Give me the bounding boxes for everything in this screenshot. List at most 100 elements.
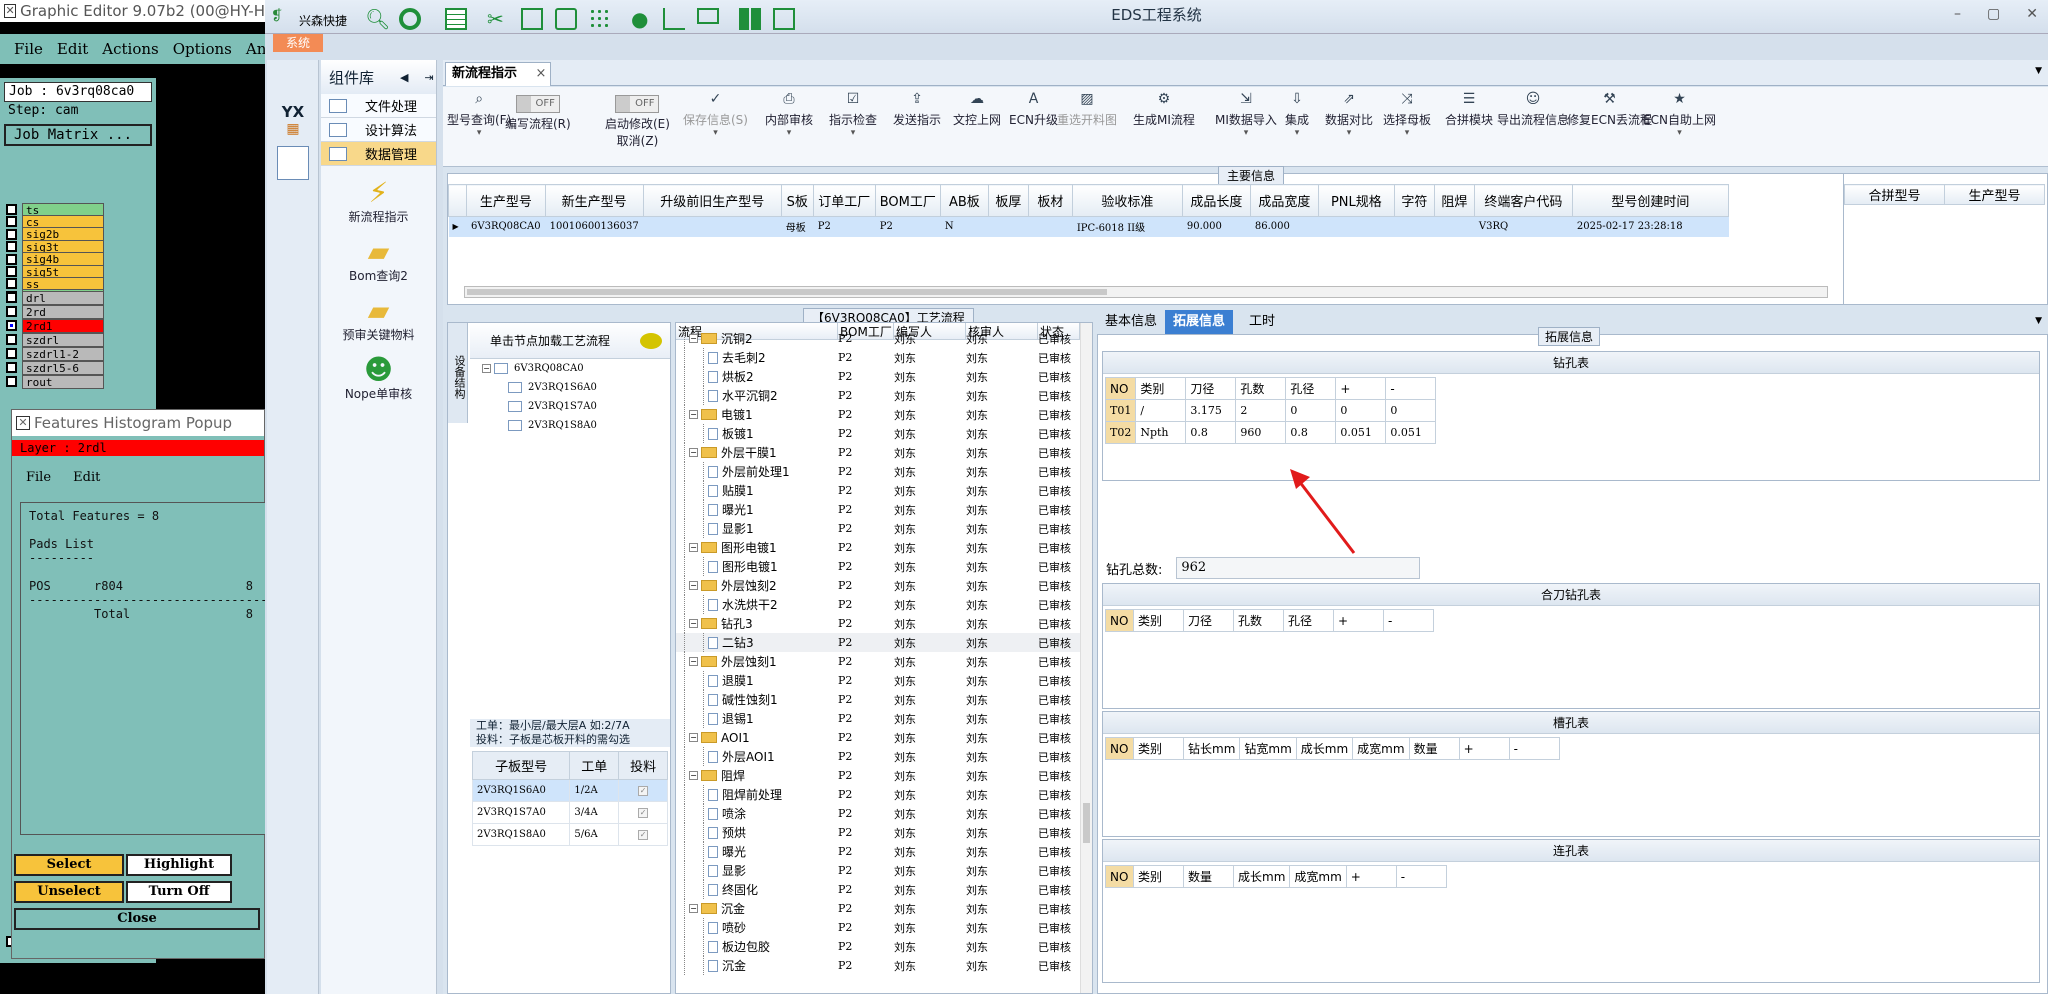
tab-work-hours[interactable]: 工时 — [1241, 310, 1283, 334]
drill-cell[interactable]: 0.8 — [1185, 421, 1237, 444]
drill-cell[interactable]: 0 — [1285, 399, 1337, 422]
system-tab[interactable]: 系统 — [273, 34, 323, 52]
layer-checkbox[interactable] — [6, 362, 17, 373]
process-row[interactable]: − 沉铜2 P2 刘东 刘东 已审核 — [676, 329, 1080, 348]
main-cell[interactable] — [988, 216, 1029, 237]
process-row[interactable]: − 钻孔3 P2 刘东 刘东 已审核 — [676, 614, 1080, 633]
toolbar-button-18[interactable]: ★ ECN自助上网 ▾ — [1643, 91, 1716, 138]
menu-actions[interactable]: Actions — [102, 40, 158, 58]
main-cell[interactable] — [1318, 216, 1395, 237]
layer-checkbox[interactable] — [6, 266, 17, 277]
layer-row[interactable]: 2rd — [6, 304, 104, 319]
process-row[interactable]: 沉金 P2 刘东 刘东 已审核 — [676, 956, 1080, 975]
drill-cell[interactable]: 0 — [1385, 399, 1437, 422]
work-order-cell[interactable]: 3/4A — [569, 801, 620, 824]
close-icon[interactable]: ✕ — [2026, 6, 2038, 22]
yx-module-icon[interactable]: YX ▦ — [277, 104, 309, 138]
collapse-icon[interactable]: − — [689, 733, 698, 742]
tab-close-icon[interactable]: × — [536, 66, 547, 81]
close-button[interactable]: Close — [14, 908, 260, 930]
tab-new-process[interactable]: 新流程指示 × — [445, 62, 551, 86]
toolbar-button-0[interactable]: ⌕ 型号查询(F) ▾ — [447, 91, 511, 138]
drill-cell[interactable]: 3.175 — [1185, 399, 1237, 422]
process-row[interactable]: 烘板2 P2 刘东 刘东 已审核 — [676, 367, 1080, 386]
process-row[interactable]: 显影 P2 刘东 刘东 已审核 — [676, 861, 1080, 880]
process-row[interactable]: 水平沉铜2 P2 刘东 刘东 已审核 — [676, 386, 1080, 405]
process-vertical-scrollbar[interactable] — [1080, 323, 1092, 993]
menu-edit[interactable]: Edit — [57, 40, 88, 58]
highlight-button[interactable]: Highlight — [126, 854, 232, 876]
layer-row[interactable]: szdrl — [6, 332, 104, 347]
main-cell[interactable]: IPC-6018 II级 — [1072, 216, 1183, 237]
process-row[interactable]: 外层AOI1 P2 刘东 刘东 已审核 — [676, 747, 1080, 766]
layer-checkbox[interactable] — [6, 228, 17, 240]
toolbar-button-13[interactable]: ⇗ 数据对比 ▾ — [1325, 91, 1373, 138]
tab-extended-info[interactable]: 拓展信息 — [1165, 310, 1234, 334]
tool-precheck-material[interactable]: ▰ 预审关键物料 — [321, 296, 436, 343]
table-row[interactable]: 2V3RQ1S7A0 3/4A ✓ — [471, 801, 668, 824]
popup-menu-edit[interactable]: Edit — [73, 470, 100, 485]
toggle-switch[interactable]: OFF — [615, 95, 660, 113]
dropdown-arrow-icon[interactable]: ▾ — [1215, 128, 1277, 138]
popup-titlebar[interactable]: ✕ Features Histogram Popup — [12, 410, 264, 436]
sidebar-item-file-processing[interactable]: 文件处理 — [321, 94, 436, 118]
dropdown-arrow-icon[interactable]: ▾ — [829, 128, 877, 138]
layer-checkbox[interactable] — [6, 216, 17, 228]
dropdown-arrow-icon[interactable]: ▾ — [1285, 128, 1309, 138]
layer-checkbox[interactable] — [6, 253, 17, 265]
collapse-icon[interactable]: − — [689, 904, 698, 913]
tool-new-process[interactable]: ⚡ 新流程指示 — [321, 178, 436, 225]
drill-cell[interactable]: 2 — [1235, 399, 1287, 422]
dropdown-arrow-icon[interactable]: ▾ — [1643, 128, 1716, 138]
process-row[interactable]: − 沉金 P2 刘东 刘东 已审核 — [676, 899, 1080, 918]
dropdown-arrow-icon[interactable]: ▾ — [683, 128, 748, 138]
layer-checkbox[interactable] — [6, 334, 17, 345]
main-cell[interactable] — [1028, 216, 1073, 237]
menu-options[interactable]: Options — [173, 40, 232, 58]
process-row[interactable]: 退膜1 P2 刘东 刘东 已审核 — [676, 671, 1080, 690]
toolbar-button-14[interactable]: ⤨ 选择母板 ▾ — [1383, 91, 1431, 138]
collapse-icon[interactable]: − — [689, 619, 698, 628]
table-row[interactable]: T02 Npth 0.8 960 0.8 0.051 0.051 — [1104, 421, 1437, 444]
table-row[interactable]: 2V3RQ1S6A0 1/2A ✓ — [471, 779, 668, 802]
dropdown-arrow-icon[interactable]: ▾ — [447, 128, 511, 138]
collapse-icon[interactable]: − — [689, 771, 698, 780]
layer-checkbox[interactable] — [6, 241, 17, 253]
layer-checkbox[interactable] — [6, 376, 17, 387]
drill-cell[interactable]: 0.051 — [1385, 421, 1437, 444]
toolbar-button-15[interactable]: ☰ 合拼模块 — [1445, 91, 1493, 128]
calc-module-icon[interactable] — [277, 146, 309, 180]
process-row[interactable]: 去毛刺2 P2 刘东 刘东 已审核 — [676, 348, 1080, 367]
process-row[interactable]: 外层前处理1 P2 刘东 刘东 已审核 — [676, 462, 1080, 481]
process-row[interactable]: − 外层干膜1 P2 刘东 刘东 已审核 — [676, 443, 1080, 462]
sidebar-item-design-algorithm[interactable]: 设计算法 — [321, 118, 436, 142]
main-cell[interactable]: 90.000 — [1182, 216, 1251, 237]
process-row[interactable]: − 电镀1 P2 刘东 刘东 已审核 — [676, 405, 1080, 424]
feed-checkbox[interactable]: ✓ — [638, 808, 649, 818]
dropdown-arrow-icon[interactable]: ▾ — [1325, 128, 1373, 138]
unselect-button[interactable]: Unselect — [14, 881, 124, 903]
table-row[interactable]: 2V3RQ1S8A0 5/6A ✓ — [471, 823, 668, 846]
popup-menu-file[interactable]: File — [26, 470, 51, 485]
process-row[interactable]: 终固化 P2 刘东 刘东 已审核 — [676, 880, 1080, 899]
process-row[interactable]: 曝光1 P2 刘东 刘东 已审核 — [676, 500, 1080, 519]
process-row[interactable]: − 外层蚀刻1 P2 刘东 刘东 已审核 — [676, 652, 1080, 671]
layer-row[interactable]: rout — [6, 374, 104, 389]
drill-cell[interactable]: 0 — [1335, 399, 1387, 422]
table-row[interactable]: ▶ 6V3RQ08CA0 10010600136037 母板 P2 P2 N IPC-6018… — [448, 216, 1729, 237]
process-row[interactable]: 板镀1 P2 刘东 刘东 已审核 — [676, 424, 1080, 443]
toolbar-button-6[interactable]: ⇪ 发送指示 — [893, 91, 941, 128]
graphic-editor-titlebar[interactable]: ✕ Graphic Editor 9.07b2 (00@HY-H — [0, 0, 265, 22]
process-row[interactable]: 预烘 P2 刘东 刘东 已审核 — [676, 823, 1080, 842]
layer-row[interactable]: 2rd1 — [6, 318, 104, 333]
toolbar-button-5[interactable]: ☑ 指示检查 ▾ — [829, 91, 877, 138]
layer-checkbox[interactable] — [6, 306, 17, 317]
drill-cell[interactable]: 0.8 — [1285, 421, 1337, 444]
job-matrix-button[interactable]: Job Matrix ... — [4, 124, 152, 146]
toolbar-button-16[interactable]: ☺ 导出流程信息 — [1497, 91, 1569, 128]
horizontal-scrollbar[interactable] — [464, 286, 1828, 298]
main-cell[interactable]: N — [940, 216, 989, 237]
drill-count-field[interactable]: 962 — [1176, 557, 1421, 579]
toolbar-button-2[interactable]: OFF 启动修改(E) 取消(Z) — [605, 91, 670, 149]
collapse-icon[interactable]: − — [689, 543, 698, 552]
